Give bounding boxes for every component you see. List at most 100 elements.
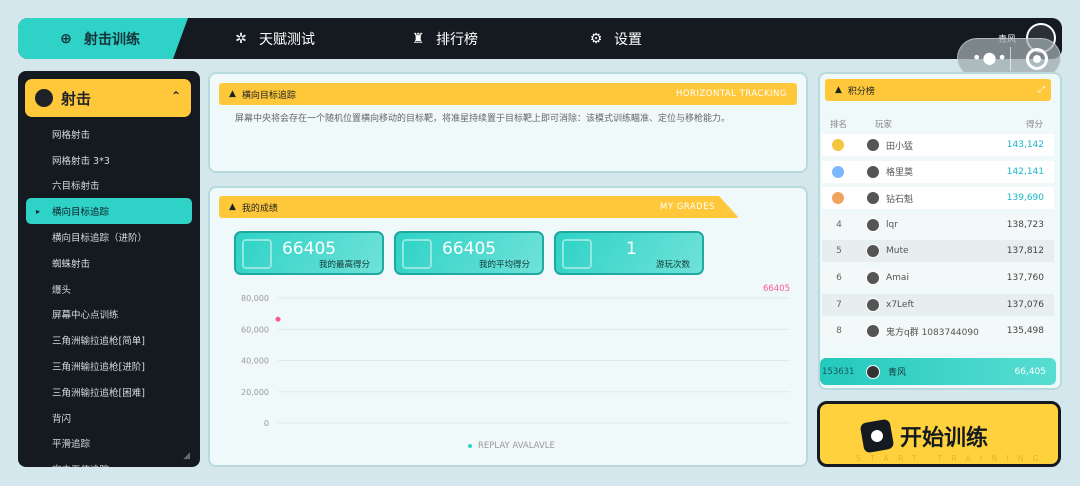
y-tick-label: 0 [264, 419, 269, 428]
player-name: 钻石魁 [886, 194, 914, 205]
avatar [866, 138, 880, 152]
podium-icon: ♜ [411, 30, 425, 47]
tab-settings[interactable]: ⚙ 设置 [588, 18, 642, 59]
player-score: 137,076 [1006, 299, 1044, 310]
rank-number: 6 [836, 273, 842, 283]
my-name: 青风 [888, 368, 907, 378]
y-tick-label: 80,000 [241, 294, 269, 303]
player-score: 135,498 [1006, 326, 1044, 337]
avatar [866, 297, 880, 312]
sidebar-item[interactable]: 三角洲输拉追枪[困难] [18, 379, 200, 405]
stat-label: 游玩次数 [655, 260, 690, 270]
mountain-icon: ▲ [229, 202, 236, 212]
crosshair-logo-icon [859, 418, 895, 454]
chevron-up-icon: ⌃ [170, 89, 181, 103]
tab-leaderboard[interactable]: ♜ 排行榜 [410, 18, 478, 59]
sidebar-item-active[interactable]: 横向目标追踪 [26, 198, 192, 225]
grades-title-bar: ▲ 我的成绩 MY GRADES [219, 196, 739, 218]
rank-number: 8 [836, 326, 842, 337]
tab-label: 天赋测试 [259, 31, 315, 48]
avatar [866, 191, 880, 206]
player-score: 139,690 [1006, 193, 1044, 204]
sidebar-item[interactable]: 背闪 [18, 405, 200, 431]
player-score: 137,760 [1006, 273, 1044, 283]
stat-card-average: 66405 我的平均得分 [394, 231, 544, 275]
tab-shooting-training[interactable]: ⊕ 射击训练 [18, 18, 188, 59]
player-name: lqr [886, 219, 898, 230]
sidebar-item[interactable]: 空中天使追踪 [18, 456, 200, 467]
player-score: 137,812 [1006, 246, 1044, 257]
rank-number: 7 [836, 299, 842, 310]
shooting-icon [35, 89, 53, 107]
gear-icon: ⚙ [589, 30, 603, 47]
start-label: 开始训练 [900, 426, 989, 451]
ranking-row[interactable]: 5 Mute 137,812 [822, 240, 1054, 263]
tab-label: 射击训练 [84, 31, 140, 48]
avatar [866, 164, 880, 179]
crosshair-pattern-icon [402, 239, 432, 269]
ranking-row[interactable]: 6 Amai 137,760 [822, 267, 1054, 289]
my-rank-row[interactable]: 153631 青风 66,405 [820, 358, 1056, 385]
ranking-row[interactable]: 8 鬼方q群 1083744090 135,498 [822, 320, 1054, 343]
medal-icon [832, 192, 844, 205]
more-icon[interactable]: •●• [972, 48, 1008, 67]
resize-handle-icon[interactable]: ◢ [183, 451, 190, 461]
sidebar-item[interactable]: 网格射击 3*3 [18, 147, 200, 173]
task-title-bar: ▲ 横向目标追踪 HORIZONTAL TRACKING [219, 83, 797, 105]
sidebar-item[interactable]: 蜘蛛射击 [18, 250, 200, 276]
medal-icon [832, 165, 844, 178]
start-sublabel: START TRAINING [856, 454, 1048, 463]
task-title: 横向目标追踪 [241, 90, 296, 101]
sidebar-item[interactable]: 三角洲输拉追枪[进阶] [18, 353, 200, 379]
sidebar-item[interactable]: 六目标射击 [18, 173, 200, 199]
my-rank: 153631 [822, 366, 855, 377]
player-name: 格里莫 [886, 168, 914, 179]
grades-title: 我的成绩 [241, 203, 278, 214]
player-name: Mute [886, 246, 909, 257]
y-tick-label: 20,000 [241, 388, 269, 397]
talent-icon: ✲ [235, 30, 247, 47]
avatar [866, 324, 880, 339]
sidebar-item[interactable]: 三角洲输拉追枪[简单] [18, 327, 200, 353]
grades-title-en: MY GRADES [659, 202, 715, 212]
replay-label: REPLAY AVALAVLE [478, 441, 555, 450]
ranking-row[interactable]: 7 x7Left 137,076 [822, 293, 1054, 316]
stat-value: 66405 [282, 239, 337, 259]
data-point [275, 316, 281, 322]
mountain-icon: ▲ [229, 89, 236, 99]
col-score: 得分 [1026, 120, 1044, 130]
sidebar-item[interactable]: 屏幕中心点训练 [18, 302, 200, 328]
stat-card-best: 66405 我的最高得分 [234, 231, 384, 275]
expand-icon[interactable]: ⤢ [1038, 85, 1045, 95]
ranking-row[interactable]: 钻石魁 139,690 [822, 187, 1054, 210]
sidebar: 射击 ⌃ 网格射击 网格射击 3*3 六目标射击 横向目标追踪 横向目标追踪（进… [18, 71, 200, 467]
sidebar-item[interactable]: 横向目标追踪（进阶） [18, 224, 200, 250]
close-miniapp-icon[interactable] [1026, 48, 1048, 70]
avatar [866, 364, 880, 379]
player-name: Amai [886, 273, 909, 283]
ranking-row[interactable]: 格里莫 142,141 [822, 160, 1054, 183]
avatar [866, 217, 880, 232]
stat-label: 我的平均得分 [478, 260, 530, 270]
y-tick-label: 60,000 [241, 325, 269, 334]
replay-dot-icon [468, 444, 472, 448]
start-training-button[interactable]: 开始训练 START TRAINING [817, 401, 1061, 467]
ranking-row[interactable]: 4 lqr 138,723 [822, 213, 1054, 236]
crosshair-icon: ⊕ [60, 30, 72, 47]
rank-number: 5 [836, 246, 842, 257]
ranking-row[interactable]: 田小猛 143,142 [822, 134, 1054, 156]
sidebar-item[interactable]: 平滑追踪 [18, 431, 200, 457]
medal-icon [832, 139, 844, 151]
sidebar-category-header[interactable]: 射击 ⌃ [25, 79, 191, 117]
player-score: 138,723 [1006, 219, 1044, 230]
task-title-en: HORIZONTAL TRACKING [675, 89, 787, 99]
player-score: 143,142 [1006, 140, 1044, 150]
col-rank: 排名 [830, 120, 848, 130]
chart-point-label: 66405 [763, 284, 790, 294]
tab-talent-test[interactable]: ✲ 天赋测试 [233, 18, 315, 59]
sidebar-item[interactable]: 爆头 [18, 276, 200, 302]
sidebar-item[interactable]: 网格射击 [18, 121, 200, 147]
col-player: 玩家 [875, 120, 893, 130]
stat-value: 66405 [442, 239, 497, 259]
score-chart: 80,000 60,000 40,000 20,000 0 66405 REPLAY A… [241, 284, 790, 450]
